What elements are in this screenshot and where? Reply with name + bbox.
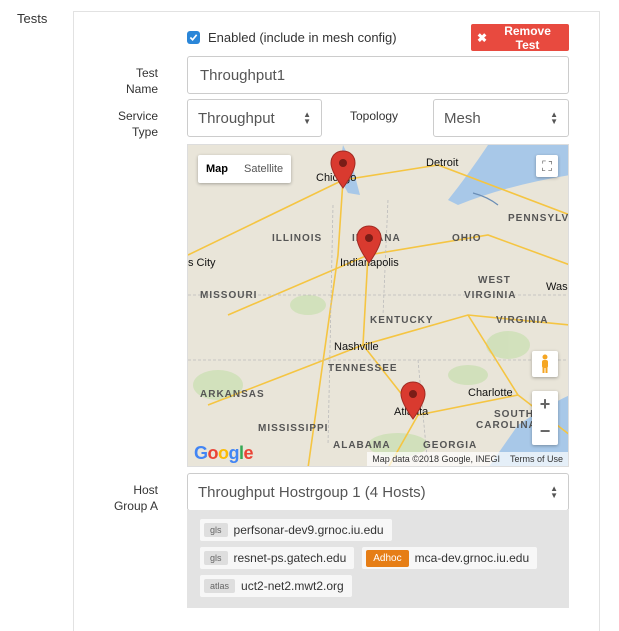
host-chip[interactable]: gls resnet-ps.gatech.edu [200, 547, 355, 569]
map-state-label: ILLINOIS [272, 233, 323, 244]
map-footer: Map data ©2018 Google, INEGI Terms of Us… [367, 452, 568, 466]
host-source-tag: gls [204, 551, 228, 565]
map-state-label: TENNESSEE [328, 363, 398, 374]
zoom-in-button[interactable]: + [540, 394, 551, 415]
topology-map[interactable]: Map Satellite ⛶ ILLINOIS INDIANA OHIO PE… [187, 144, 569, 467]
map-city-label: Detroit [426, 157, 459, 169]
map-marker-pin-icon[interactable] [355, 225, 383, 265]
map-city-label: Charlotte [468, 387, 513, 399]
street-view-pegman-icon[interactable] [532, 351, 558, 377]
map-city-label: s City [188, 257, 216, 269]
topology-select[interactable]: Mesh ▲ ▼ [433, 99, 569, 137]
tests-section-label: Tests [17, 11, 48, 26]
fullscreen-icon[interactable]: ⛶ [536, 155, 558, 177]
service-type-label: Service Type [117, 109, 158, 139]
map-marker-pin-icon[interactable] [329, 150, 357, 190]
host-chip[interactable]: Adhoc mca-dev.grnoc.iu.edu [362, 547, 538, 569]
map-type-map[interactable]: Map [198, 155, 236, 183]
host-group-label: Host Group A [113, 483, 158, 513]
host-name: uct2-net2.mwt2.org [241, 579, 344, 593]
map-state-label: VIRGINIA [496, 315, 549, 326]
map-state-label: ALABAMA [333, 440, 391, 451]
zoom-out-button[interactable]: − [540, 421, 551, 442]
test-name-label: Test Name [125, 66, 158, 96]
zoom-control[interactable]: + − [532, 391, 558, 445]
host-name: perfsonar-dev9.grnoc.iu.edu [233, 523, 384, 537]
map-data-attribution: Map data ©2018 Google, INEGI [372, 454, 500, 464]
host-source-tag: atlas [204, 579, 236, 593]
service-type-select[interactable]: Throughput ▲ ▼ [187, 99, 322, 137]
map-state-label: MISSOURI [200, 290, 258, 301]
map-state-label: MISSISSIPPI [258, 423, 329, 434]
map-city-label: Nashville [334, 341, 379, 353]
remove-test-label: Remove Test [504, 23, 551, 52]
enabled-label: Enabled (include in mesh config) [208, 30, 397, 45]
host-source-tag: gls [204, 523, 228, 537]
host-chip[interactable]: atlas uct2-net2.mwt2.org [200, 575, 352, 597]
test-name-input[interactable]: Throughput1 [187, 56, 569, 94]
remove-test-button[interactable]: ✖ Remove Test [471, 23, 569, 52]
map-type-control[interactable]: Map Satellite [198, 155, 292, 183]
close-icon: ✖ [477, 30, 488, 45]
map-type-satellite[interactable]: Satellite [236, 155, 291, 183]
google-logo: Google [194, 443, 254, 463]
topology-label: Topology [350, 109, 399, 123]
map-city-label: Was [546, 281, 568, 293]
map-marker-pin-icon[interactable] [399, 381, 427, 421]
host-name: mca-dev.grnoc.iu.edu [414, 551, 530, 565]
map-state-label: WEST [478, 275, 511, 286]
enabled-checkbox-row[interactable]: Enabled (include in mesh config) [187, 30, 397, 45]
host-name: resnet-ps.gatech.edu [233, 551, 347, 565]
map-state-label: VIRGINIA [464, 290, 517, 301]
host-group-select[interactable]: Throughput Hostrgoup 1 (4 Hosts) ▲ ▼ [187, 473, 569, 511]
host-chip[interactable]: gls perfsonar-dev9.grnoc.iu.edu [200, 519, 392, 541]
select-arrows-icon: ▲ ▼ [550, 110, 558, 126]
enabled-checkbox[interactable] [187, 31, 200, 44]
host-adhoc-tag: Adhoc [366, 549, 409, 567]
select-arrows-icon: ▲ ▼ [303, 110, 311, 126]
map-state-label: KENTUCKY [370, 315, 434, 326]
map-state-label: OHIO [452, 233, 482, 244]
map-state-label: ARKANSAS [200, 389, 265, 400]
map-state-label: PENNSYLVANIA [508, 213, 569, 224]
select-arrows-icon: ▲ ▼ [550, 484, 558, 500]
map-state-label: CAROLINA [476, 420, 537, 431]
host-list: gls perfsonar-dev9.grnoc.iu.edu gls resn… [187, 510, 569, 608]
map-state-label: GEORGIA [423, 440, 478, 451]
terms-of-use-link[interactable]: Terms of Use [510, 454, 563, 464]
map-state-label: SOUTH [494, 409, 534, 420]
